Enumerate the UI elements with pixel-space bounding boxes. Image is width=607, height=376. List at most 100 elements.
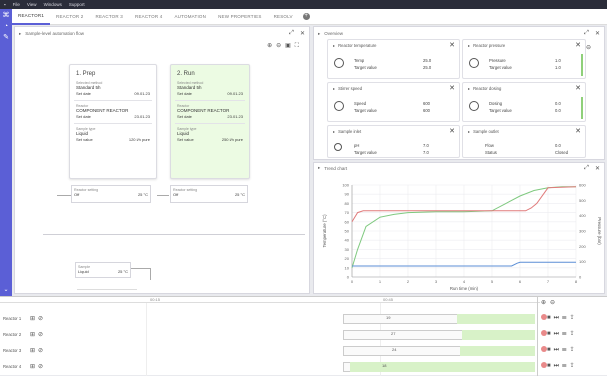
widget-reactor-temperature[interactable]: ▸ Reactor temperature ✕ Temp Target value… [327,39,460,79]
zoom-out-icon[interactable]: ⊖ [550,300,559,306]
close-icon[interactable]: ✕ [449,84,455,92]
link-icon[interactable]: ⊘ [38,348,46,354]
tab-new-properties[interactable]: NEW PROPERTIES [212,9,267,25]
tab-reactor3[interactable]: REACTOR 3 [90,9,129,25]
export-icon[interactable]: ⇪ [570,347,578,353]
tab-reactor2[interactable]: REACTOR 2 [50,9,89,25]
skip-icon[interactable]: ⏭ [554,347,562,353]
expand-icon[interactable]: ⤢ [584,30,589,37]
close-icon[interactable]: ✕ [449,127,455,135]
close-icon[interactable]: ✕ [575,41,581,49]
stop-icon[interactable]: ■ [547,347,554,353]
reading-value: 7.0 [423,150,429,155]
node-value: 25 °C [137,192,148,197]
collapse-icon[interactable]: ▸ [468,43,470,48]
grid-icon[interactable]: ⊞ [30,332,38,338]
collapse-icon[interactable]: ▸ [333,43,335,48]
timeline-panel: 00:15 00:45 Reactor 1 ⊞⊘ 19 ■⏭☰⇪ Reactor… [0,296,607,376]
reading-value: 25.0 [423,58,432,63]
field-key: Set value [177,137,194,142]
link-icon[interactable]: ⊘ [38,364,46,370]
grid-icon[interactable]: ⊞ [30,348,38,354]
tab-reactor1[interactable]: REACTOR1 [12,9,51,25]
close-icon[interactable]: ✕ [595,30,600,37]
menu-file[interactable]: File [13,2,20,7]
stop-icon[interactable]: ■ [547,315,554,321]
skip-icon[interactable]: ⏭ [554,363,562,369]
gauge-icon [469,58,479,68]
menu-support[interactable]: Support [69,2,85,7]
reactor-setting-node[interactable]: Reactor setting Off 25 °C [170,185,248,203]
edit-icon[interactable]: ✎ [2,34,10,42]
widget-stirrer-speed[interactable]: ▸ Stirrer speed ✕ Speed Target value 600 … [327,82,460,122]
zoom-in-icon[interactable]: ⊕ [541,300,550,306]
tab-reactor4[interactable]: REACTOR 4 [129,9,168,25]
trend-chart[interactable]: 0 1 2 3 4 5 6 7 80102030405060708090100010020030… [314,173,604,293]
list-icon[interactable]: ☰ [562,315,570,321]
close-icon[interactable]: ✕ [575,127,581,135]
close-icon[interactable]: ✕ [575,84,581,92]
reactor-setting-node[interactable]: Reactor setting Off 25 °C [71,185,151,203]
menu-windows[interactable]: Windows [44,2,62,7]
collapse-icon[interactable]: ⌄ [3,286,8,293]
skip-icon[interactable]: ⏭ [554,315,562,321]
tab-automation[interactable]: AUTOMATION [168,9,212,25]
close-icon[interactable]: ✕ [300,30,305,37]
track-marker[interactable]: 27 [391,331,395,336]
list-icon[interactable]: ☰ [562,363,570,369]
collapse-icon[interactable]: ▸ [318,31,320,37]
reading-label: Status [485,150,497,155]
reading-value: 600 [423,108,430,113]
expand-icon[interactable]: ⤢ [584,165,589,172]
skip-icon[interactable]: ⏭ [554,331,562,337]
export-icon[interactable]: ⇪ [570,331,578,337]
widget-reactor-dosing[interactable]: ▸ Reactor dosing ✕ Dosing Target value 0.… [462,82,586,122]
collapse-icon[interactable]: ▸ [468,86,470,91]
zoom-out-icon[interactable]: ⊖ [586,45,594,51]
fit-icon[interactable]: ▣ [285,43,295,49]
expand-icon[interactable]: ⤢ [289,30,294,37]
y-tick-label: 70 [345,210,350,215]
link-icon[interactable]: ⊘ [38,316,46,322]
zoom-out-icon[interactable]: ⊖ [276,43,285,49]
grid-icon[interactable]: ⊞ [30,364,38,370]
sample-node[interactable]: Sample Liquid 25 °C [75,262,131,278]
x-axis-label: Run time (min) [450,286,479,291]
close-icon[interactable]: ✕ [595,165,600,172]
network-icon[interactable]: ⌘ [2,12,10,20]
fullscreen-icon[interactable]: ⛶ [295,43,303,49]
list-icon[interactable]: ☰ [562,347,570,353]
track-label: Reactor 3 [3,348,22,353]
add-tab-icon[interactable]: + [302,13,310,20]
export-icon[interactable]: ⇪ [570,315,578,321]
reading-label: Target value [354,65,377,70]
collapse-icon[interactable]: ▸ [333,86,335,91]
widget-sample-inlet[interactable]: ▸ Sample inlet ✕ pH Target value 7.0 7.0 [327,125,460,158]
stop-icon[interactable]: ■ [547,363,554,369]
track-marker[interactable]: 19 [386,315,390,320]
widget-reactor-pressure[interactable]: ▸ Reactor pressure ✕ Pressure Target valu… [462,39,586,79]
timeline-tick: 00:15 [150,297,161,302]
link-icon[interactable]: ⊘ [38,332,46,338]
export-icon[interactable]: ⇪ [570,363,578,369]
close-icon[interactable]: ✕ [449,41,455,49]
track-marker[interactable]: 18 [382,363,386,368]
zoom-in-icon[interactable]: ⊕ [267,43,276,49]
grid-icon[interactable]: ⊞ [30,316,38,322]
collapse-icon[interactable]: ▸ [19,31,21,37]
y-tick-label: 0 [347,275,350,280]
y2-tick-label: 100 [579,259,586,264]
track-marker[interactable]: 24 [392,347,396,352]
collapse-icon[interactable]: ▸ [468,129,470,134]
collapse-icon[interactable]: ▸ [333,129,335,134]
stop-icon[interactable]: ■ [547,331,554,337]
step-card-prep[interactable]: 1. Prep Selected method Standard 5h Set … [69,64,157,179]
collapse-icon[interactable]: ▸ [318,165,320,171]
node-value: Off [173,192,179,197]
menu-view[interactable]: View [27,2,37,7]
widget-sample-outlet[interactable]: ▸ Sample outlet ✕ Flow Status 0.0 Closed [462,125,586,158]
list-icon[interactable]: ☰ [562,331,570,337]
clock-icon[interactable]: ◔ [2,23,10,31]
tab-resolv[interactable]: RESOLV [268,9,299,25]
step-card-run[interactable]: 2. Run Selected method Standard 5h Set d… [170,64,250,179]
